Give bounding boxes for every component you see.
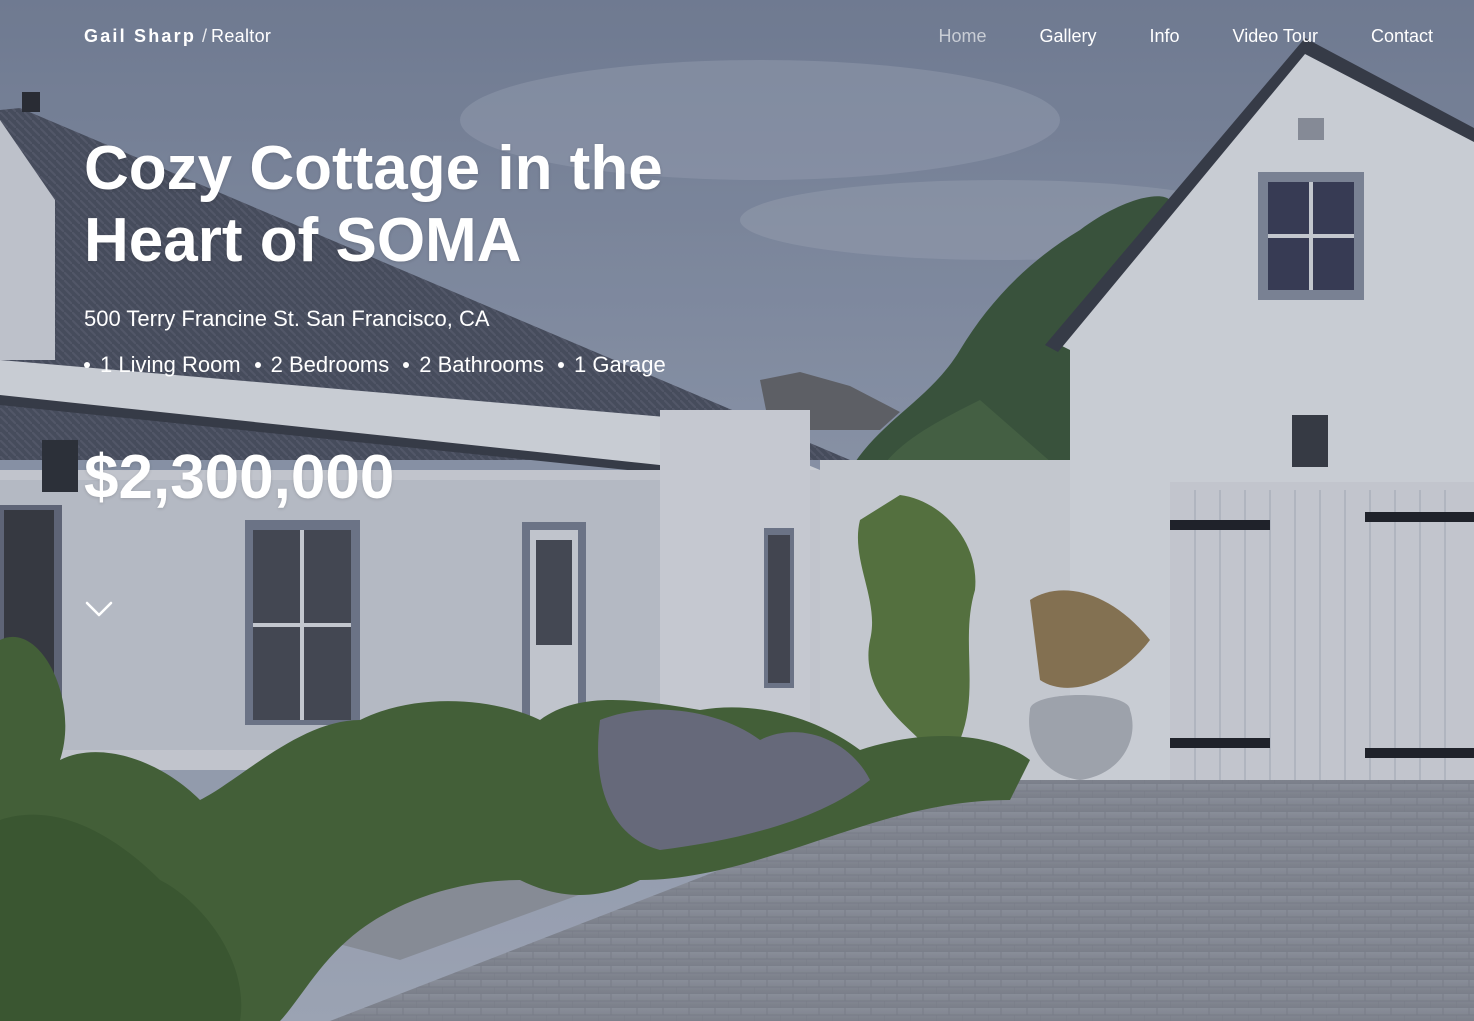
listing-address: 500 Terry Francine St. San Francisco, CA <box>84 306 490 331</box>
brand-separator: / <box>202 26 208 46</box>
bullet-icon <box>254 362 261 368</box>
feature-label: 1 Garage <box>574 352 666 377</box>
bullet-icon <box>558 362 564 368</box>
brand-logo[interactable]: Gail Sharp / Realtor <box>84 26 271 47</box>
nav-gallery[interactable]: Gallery <box>1040 26 1097 47</box>
listing-title: Cozy Cottage in the Heart of SOMA <box>84 134 663 275</box>
feature-label: 2 Bathrooms <box>419 352 544 377</box>
main-nav: Home Gallery Info Video Tour Contact <box>885 26 1433 47</box>
feature-label: 1 Living Room <box>100 352 241 377</box>
feature-item: 2 Bedrooms <box>254 352 390 378</box>
site-header: Gail Sharp / Realtor Home Gallery Info Vid… <box>0 0 1474 80</box>
feature-item: 1 Garage <box>558 352 666 378</box>
bullet-icon <box>84 362 90 368</box>
listing-price: $2,300,000 <box>84 443 395 512</box>
feature-label: 2 Bedrooms <box>270 352 390 377</box>
brand-name: Gail Sharp <box>84 26 197 46</box>
chevron-down-icon[interactable] <box>84 598 114 620</box>
nav-video-tour[interactable]: Video Tour <box>1233 26 1318 47</box>
nav-info[interactable]: Info <box>1150 26 1180 47</box>
nav-home[interactable]: Home <box>938 26 986 47</box>
brand-role: Realtor <box>211 26 272 46</box>
listing-features: 1 Living Room 2 Bedrooms 2 Bathrooms 1 G… <box>84 352 680 378</box>
bullet-icon <box>403 362 410 368</box>
feature-item: 1 Living Room <box>84 352 241 378</box>
nav-contact[interactable]: Contact <box>1371 26 1433 47</box>
feature-item: 2 Bathrooms <box>403 352 544 378</box>
hero-section: Gail Sharp / Realtor Home Gallery Info Vid… <box>0 0 1474 1021</box>
